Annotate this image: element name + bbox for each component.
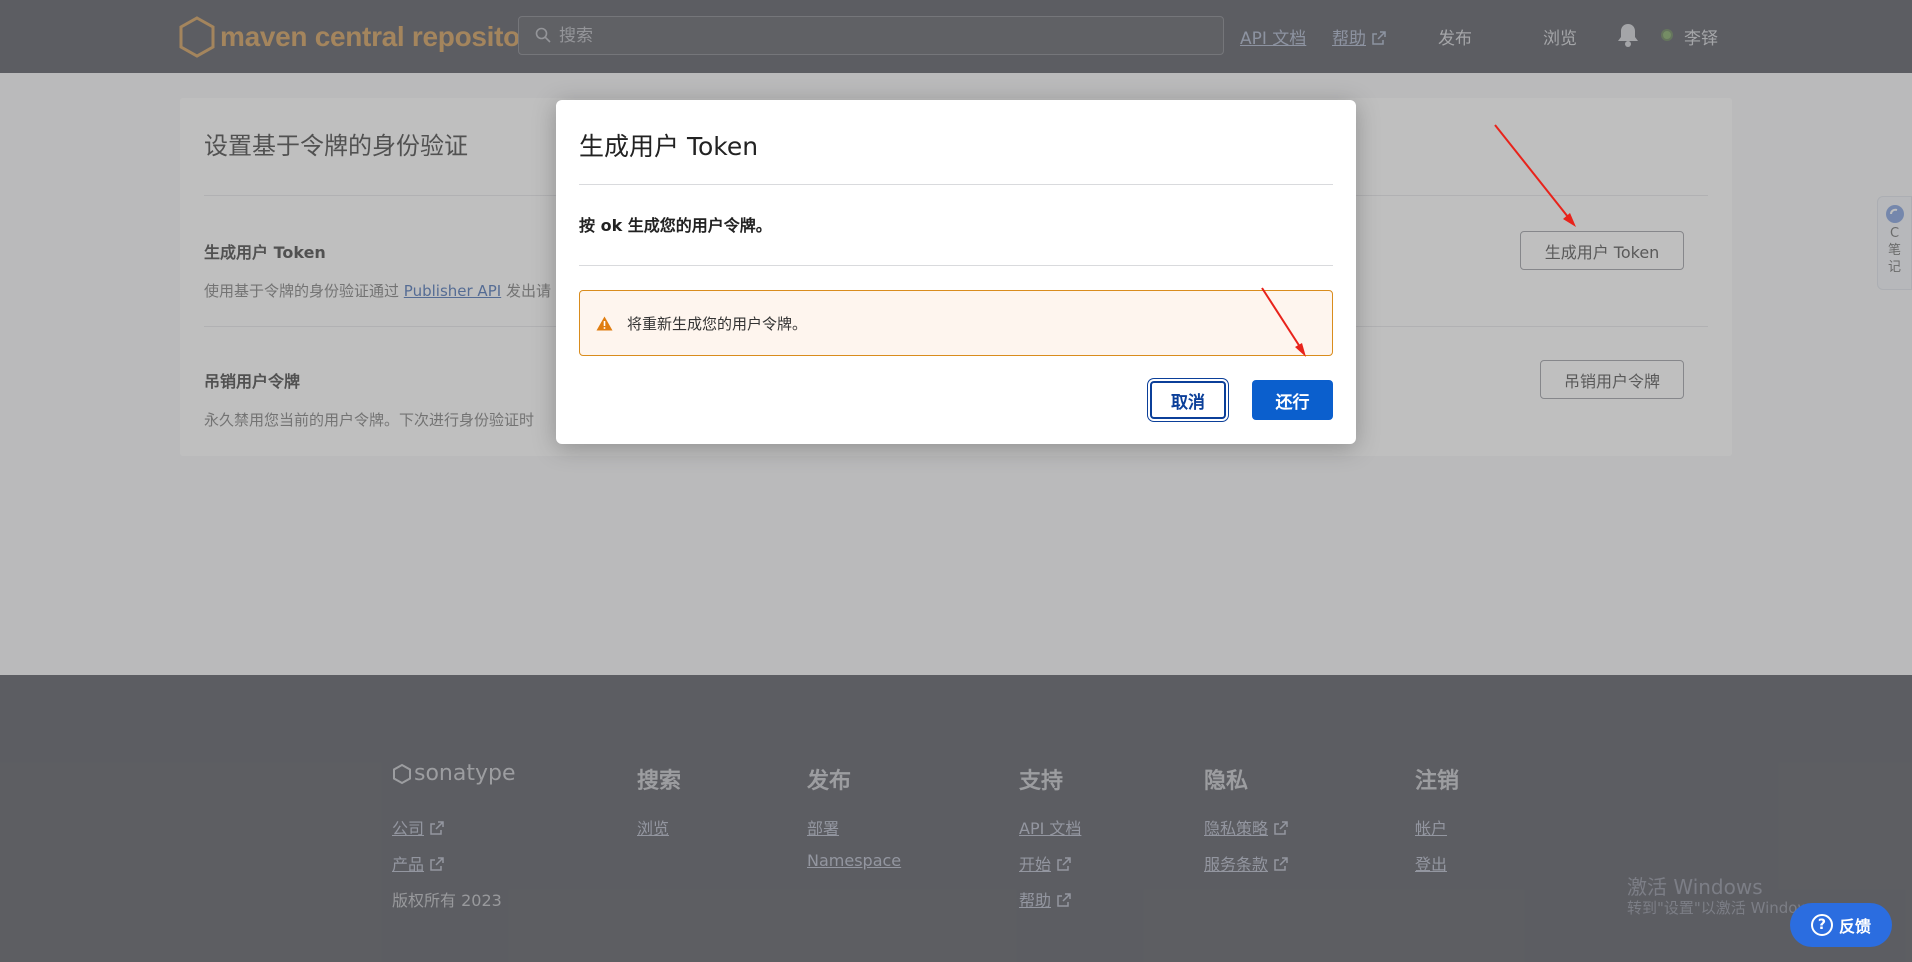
generate-token-dialog: 生成用户 Token 按 ok 生成您的用户令牌。 将重新生成您的用户令牌。 取…	[556, 100, 1356, 444]
dialog-message: 按 ok 生成您的用户令牌。	[579, 216, 772, 235]
windows-activation-title: 激活 Windows	[1627, 875, 1763, 899]
feedback-button[interactable]: ? 反馈	[1790, 903, 1892, 947]
warning-alert: 将重新生成您的用户令牌。	[579, 290, 1333, 356]
dialog-divider	[579, 184, 1333, 185]
feedback-label: 反馈	[1838, 917, 1871, 936]
cancel-button[interactable]: 取消	[1150, 381, 1226, 419]
dialog-divider	[579, 265, 1333, 266]
warning-icon	[596, 316, 613, 330]
help-circle-icon: ?	[1810, 914, 1833, 936]
dialog-title: 生成用户 Token	[579, 132, 759, 161]
confirm-button[interactable]: 还行	[1252, 380, 1333, 420]
warning-text: 将重新生成您的用户令牌。	[627, 314, 808, 333]
